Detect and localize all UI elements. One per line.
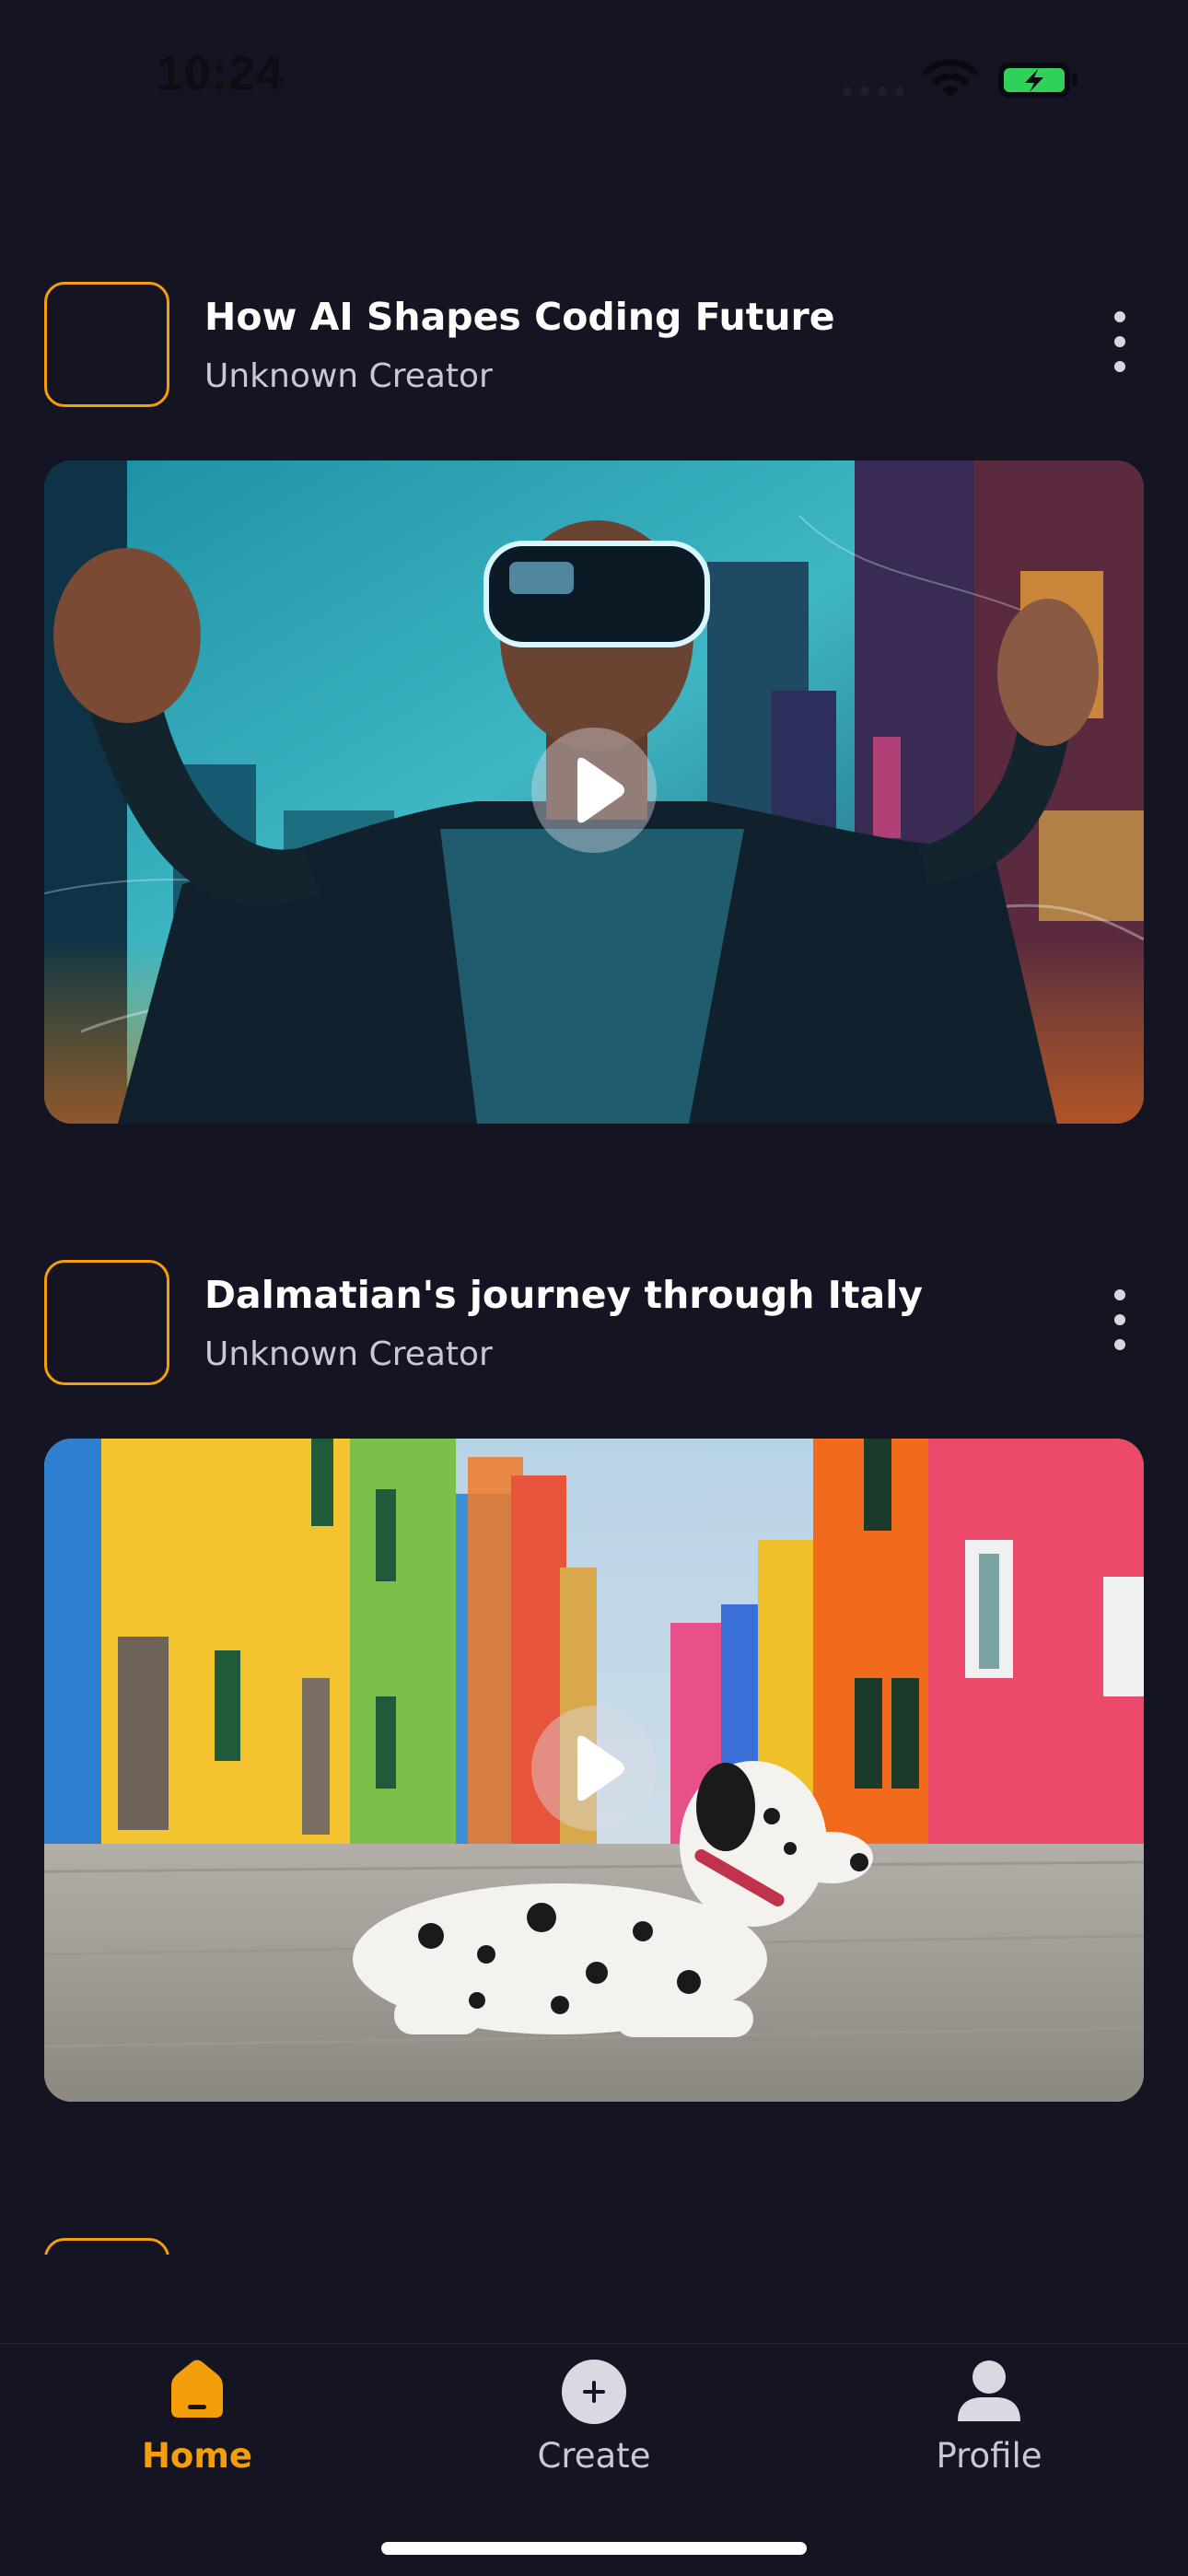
more-options-icon[interactable] [1101, 1278, 1138, 1361]
home-indicator [381, 2542, 807, 2555]
play-button[interactable] [531, 1706, 657, 1831]
status-time: 10:24 [157, 47, 284, 100]
play-button[interactable] [531, 728, 657, 853]
status-bar: 10:24 [0, 0, 1188, 157]
play-icon [577, 1735, 624, 1801]
feed-post [0, 2238, 1188, 2255]
play-icon [577, 757, 624, 823]
more-options-icon[interactable] [1101, 300, 1138, 383]
creator-avatar[interactable] [44, 1260, 169, 1385]
post-title[interactable]: Dalmatian's journey through Italy [204, 1273, 923, 1317]
person-icon [958, 2360, 1020, 2421]
cellular-signal-icon [843, 87, 904, 96]
tab-create[interactable]: Create [447, 2344, 741, 2519]
post-creator[interactable]: Unknown Creator [204, 1335, 493, 1373]
tab-label: Create [537, 2436, 651, 2476]
video-thumbnail[interactable] [44, 1439, 1144, 2102]
post-creator[interactable]: Unknown Creator [204, 357, 493, 395]
post-title[interactable]: How AI Shapes Coding Future [204, 295, 835, 339]
home-icon [171, 2360, 223, 2418]
tab-label: Home [141, 2436, 253, 2476]
plus-circle-icon [562, 2360, 626, 2424]
battery-charging-icon [998, 63, 1077, 98]
tab-profile[interactable]: Profile [842, 2344, 1136, 2519]
video-thumbnail[interactable] [44, 460, 1144, 1124]
tab-label: Profile [936, 2436, 1042, 2476]
wifi-icon [923, 59, 978, 98]
creator-avatar[interactable] [44, 282, 169, 407]
creator-avatar[interactable] [44, 2238, 169, 2255]
tab-home[interactable]: Home [50, 2344, 344, 2519]
